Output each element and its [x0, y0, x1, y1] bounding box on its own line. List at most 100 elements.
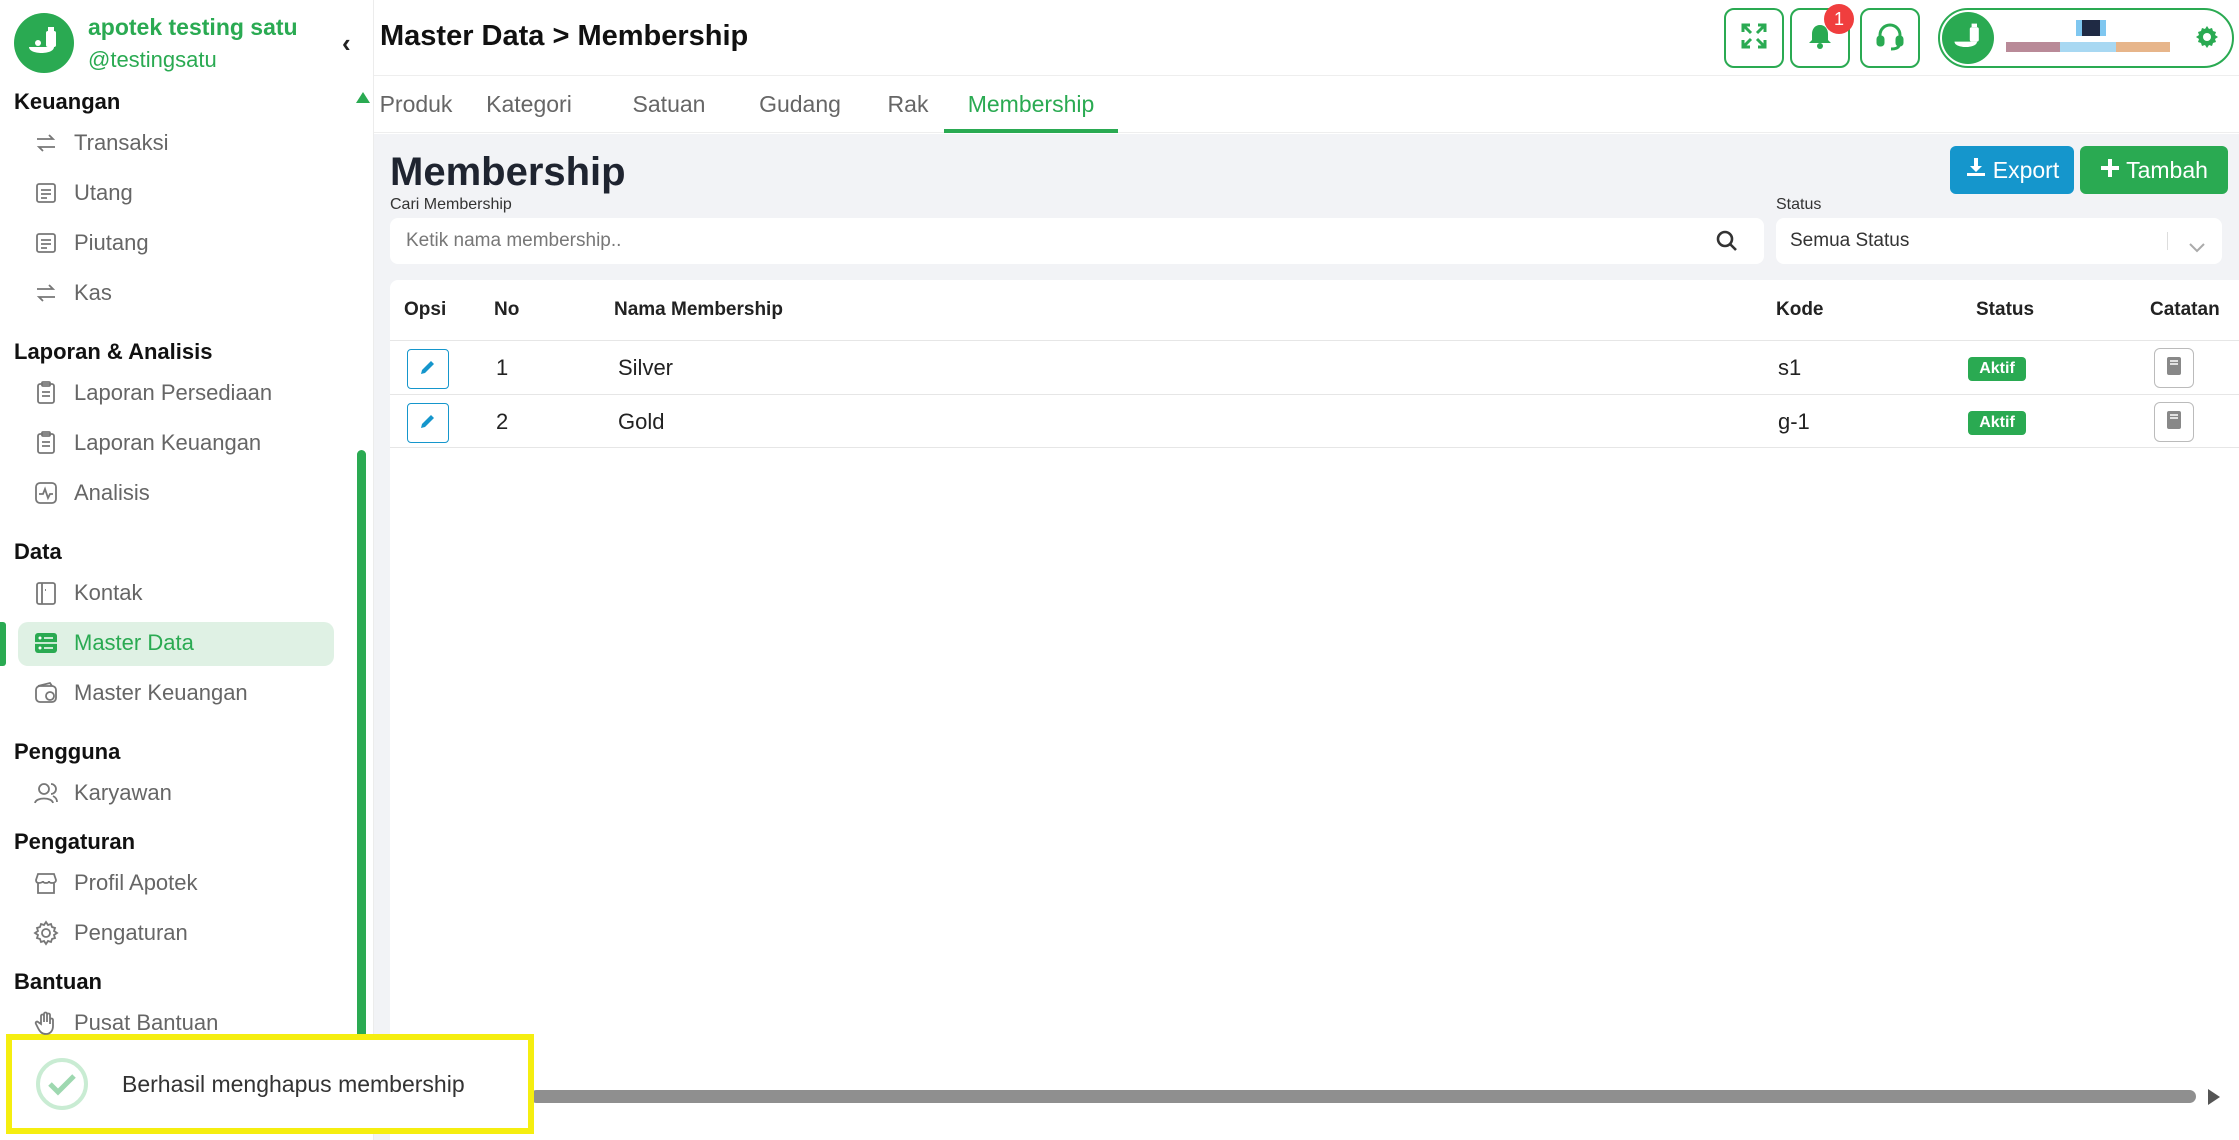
- notification-button[interactable]: 1: [1790, 4, 1854, 68]
- edit-button[interactable]: [407, 403, 449, 443]
- clipboard-icon: [32, 379, 60, 407]
- column-header-nama: Nama Membership: [614, 299, 783, 320]
- sidebar: apotek testing satu @testingsatu ‹ Keuan…: [0, 0, 374, 1140]
- users-icon: [32, 779, 60, 807]
- notebook-icon: [2165, 356, 2183, 381]
- status-badge: Aktif: [1968, 357, 2026, 381]
- gear-icon[interactable]: [2194, 24, 2220, 55]
- server-icon: [32, 629, 60, 657]
- sidebar-item-kontak[interactable]: Kontak: [0, 568, 340, 618]
- sidebar-scrollbar-thumb[interactable]: [357, 450, 366, 1040]
- sidebar-item-label: Kontak: [74, 580, 143, 605]
- sidebar-item-laporan-persediaan[interactable]: Laporan Persediaan: [0, 368, 340, 418]
- column-header-no: No: [494, 299, 520, 320]
- search-input[interactable]: [390, 218, 1690, 264]
- tab-rak[interactable]: Rak: [880, 77, 936, 133]
- note-button[interactable]: [2154, 402, 2194, 442]
- toast-message: Berhasil menghapus membership: [122, 1070, 465, 1097]
- active-indicator: [0, 622, 6, 666]
- redacted-profile-name: [2006, 20, 2170, 52]
- cell-name: Silver: [618, 355, 674, 380]
- tab-membership[interactable]: Membership: [944, 77, 1118, 133]
- sidebar-item-profil-apotek[interactable]: Profil Apotek: [0, 858, 340, 908]
- sidebar-item-laporan-keuangan[interactable]: Laporan Keuangan: [0, 418, 340, 468]
- brand-name: apotek testing satu: [88, 13, 298, 40]
- hand-icon: [32, 1009, 60, 1037]
- receipt-icon: [32, 179, 60, 207]
- brand-handle: @testingsatu: [88, 46, 217, 72]
- status-select[interactable]: Semua Status: [1776, 218, 2222, 264]
- cell-no: 1: [496, 355, 509, 380]
- sidebar-item-label: Piutang: [74, 230, 149, 255]
- wallet-icon: [32, 679, 60, 707]
- cell-code: g-1: [1778, 409, 1810, 434]
- group-title-laporan: Laporan & Analisis: [14, 339, 213, 364]
- gear-icon: [32, 919, 60, 947]
- table-row: 2 Gold g-1 Aktif: [390, 394, 2239, 448]
- sidebar-item-pengaturan[interactable]: Pengaturan: [0, 908, 340, 958]
- plus-icon: [2100, 157, 2126, 184]
- sidebar-item-label: Laporan Keuangan: [74, 430, 262, 455]
- transfer-icon: [32, 129, 60, 157]
- pencil-icon: [419, 358, 437, 381]
- sidebar-item-label: Master Keuangan: [74, 680, 248, 705]
- receipt-icon: [32, 229, 60, 257]
- profile-menu[interactable]: [1938, 8, 2234, 68]
- sidebar-item-label: Pusat Bantuan: [74, 1010, 219, 1035]
- cell-no: 2: [496, 409, 509, 434]
- sidebar-item-transaksi[interactable]: Transaksi: [0, 118, 340, 168]
- sidebar-item-karyawan[interactable]: Karyawan: [0, 768, 340, 818]
- clipboard-icon: [32, 429, 60, 457]
- download-icon: [1965, 156, 1993, 184]
- check-circle-icon: [34, 1056, 90, 1112]
- column-header-status: Status: [1976, 299, 2035, 320]
- tab-kategori[interactable]: Kategori: [472, 77, 586, 133]
- group-title-pengaturan: Pengaturan: [14, 829, 136, 854]
- table-horizontal-scrollbar[interactable]: [530, 1090, 2196, 1103]
- support-button[interactable]: [1860, 8, 1920, 68]
- tab-satuan[interactable]: Satuan: [624, 77, 714, 133]
- column-header-opsi: Opsi: [404, 299, 447, 320]
- sidebar-item-label: Profil Apotek: [74, 870, 198, 895]
- brand: apotek testing satu @testingsatu: [14, 12, 298, 74]
- collapse-sidebar-chevron-icon[interactable]: ‹: [342, 28, 351, 59]
- membership-table: Opsi No Nama Membership Kode Status Cata…: [390, 280, 2239, 1140]
- tab-produk[interactable]: Produk: [374, 77, 458, 133]
- fullscreen-button[interactable]: [1724, 8, 1784, 68]
- sidebar-item-analisis[interactable]: Analisis: [0, 468, 340, 518]
- activity-icon: [32, 479, 60, 507]
- master-data-tabs: Produk Kategori Satuan Gudang Rak Member…: [374, 77, 2239, 133]
- main-content: Membership Export Tambah Cari Membership…: [374, 134, 2239, 1140]
- sidebar-item-kas[interactable]: Kas: [0, 268, 340, 318]
- add-membership-button[interactable]: Tambah: [2080, 146, 2228, 194]
- column-header-catatan: Catatan: [2150, 299, 2220, 320]
- group-title-data: Data: [14, 539, 62, 564]
- edit-button[interactable]: [407, 349, 449, 389]
- cell-name: Gold: [618, 409, 665, 434]
- status-badge: Aktif: [1968, 411, 2026, 435]
- search-icon[interactable]: [1716, 230, 1738, 257]
- scroll-up-arrow-icon[interactable]: [356, 92, 370, 103]
- export-button[interactable]: Export: [1950, 146, 2074, 194]
- export-label: Export: [1992, 156, 2060, 183]
- note-button[interactable]: [2154, 348, 2194, 388]
- tab-gudang[interactable]: Gudang: [748, 77, 852, 133]
- notebook-icon: [2165, 410, 2183, 435]
- sidebar-item-utang[interactable]: Utang: [0, 168, 340, 218]
- add-label: Tambah: [2126, 156, 2208, 183]
- sidebar-item-label: Kas: [74, 280, 112, 305]
- scroll-right-arrow-icon[interactable]: [2208, 1089, 2220, 1105]
- sidebar-item-piutang[interactable]: Piutang: [0, 218, 340, 268]
- sidebar-item-label: Pengaturan: [74, 920, 188, 945]
- notification-badge: 1: [1824, 4, 1854, 34]
- sidebar-item-master-data[interactable]: Master Data: [0, 618, 340, 668]
- sidebar-item-label: Analisis: [74, 480, 150, 505]
- sidebar-item-master-keuangan[interactable]: Master Keuangan: [0, 668, 340, 718]
- sidebar-item-label: Karyawan: [74, 780, 172, 805]
- avatar: [1942, 12, 1994, 64]
- transfer-icon: [32, 279, 60, 307]
- select-separator: [2167, 232, 2168, 250]
- headset-icon: [1874, 20, 1906, 57]
- search-label: Cari Membership: [390, 196, 512, 213]
- page-title: Membership: [390, 150, 626, 194]
